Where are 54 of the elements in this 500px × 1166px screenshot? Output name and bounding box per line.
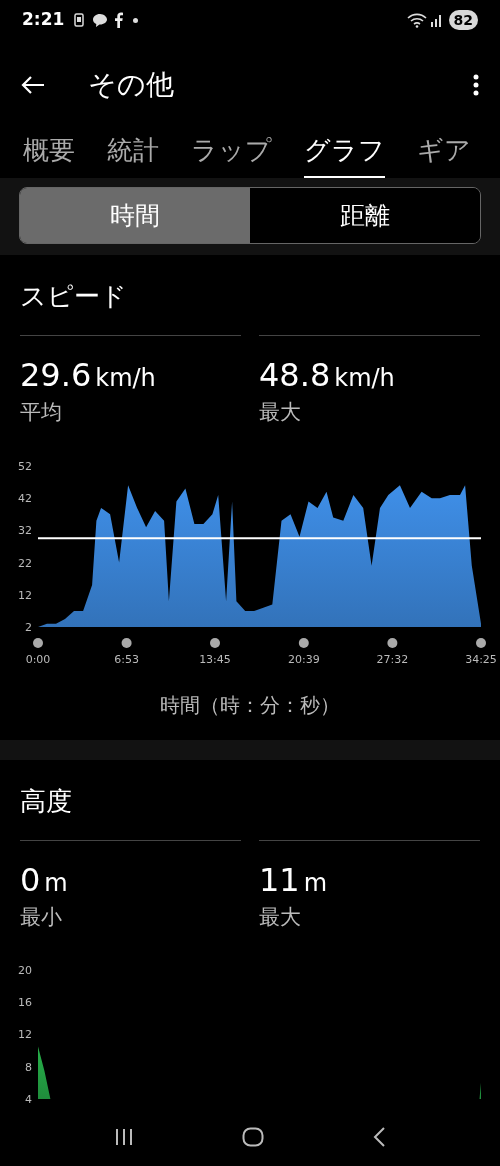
axis-label: 6:53 <box>114 653 139 666</box>
back-icon[interactable] <box>372 1125 386 1148</box>
axis-label: 0:00 <box>25 653 51 666</box>
f-logo-icon <box>114 12 124 28</box>
tab[interactable]: ギア <box>417 130 471 178</box>
axis-label: 32 <box>18 524 32 538</box>
axis-label: 20:39 <box>287 653 320 666</box>
tab[interactable]: 概要 <box>23 130 75 178</box>
tick-marker <box>298 638 309 648</box>
wifi-icon <box>406 12 427 28</box>
axis-label: 13:45 <box>199 653 231 666</box>
signal-icon <box>430 13 443 27</box>
status-time: 2:21 <box>22 8 65 32</box>
axis-label: 12 <box>18 588 32 602</box>
tick-marker <box>121 638 132 648</box>
stat-label: 最小 <box>20 904 63 931</box>
home-icon[interactable] <box>242 1126 264 1147</box>
axis-label: 4 <box>25 1092 32 1106</box>
axis-label: 27:32 <box>376 653 409 666</box>
tab[interactable]: 統計 <box>107 130 159 178</box>
stat-value: 0 m <box>20 860 69 900</box>
axis-label: 42 <box>18 492 32 506</box>
recent-apps-icon[interactable] <box>114 1127 134 1146</box>
stat-value: 48.8 km/h <box>259 355 396 395</box>
axis-label: 22 <box>18 556 32 570</box>
page-title: その他 <box>88 67 174 103</box>
axis-title: 時間（時：分：秒） <box>159 692 341 719</box>
axis-label: 8 <box>25 1060 32 1074</box>
axis-label: 2 <box>25 621 32 634</box>
axis-label: 34:25 <box>465 653 497 666</box>
section-title: スピード <box>20 280 128 313</box>
tab[interactable]: ラップ <box>191 130 272 178</box>
stat-value: 11 m <box>259 860 329 900</box>
axis-label: 52 <box>18 460 32 473</box>
stat-label: 最大 <box>259 904 302 931</box>
tick-marker <box>33 638 43 648</box>
segment-button[interactable]: 距離 <box>250 188 480 243</box>
stat-label: 平均 <box>20 399 63 426</box>
tick-marker <box>387 638 398 648</box>
axis-label: 20 <box>18 964 32 977</box>
tick-marker <box>476 638 486 648</box>
stat-value: 29.6 km/h <box>20 355 157 395</box>
battery-level: 82 <box>448 10 478 30</box>
phone-notification-icon <box>74 13 85 27</box>
segment-button[interactable]: 時間 <box>20 188 250 243</box>
axis-label: 16 <box>18 996 32 1010</box>
dot-icon <box>133 17 139 23</box>
section-title: 高度 <box>20 785 73 818</box>
tick-marker <box>210 638 220 648</box>
stat-label: 最大 <box>259 399 302 426</box>
more-options-icon[interactable] <box>472 74 480 96</box>
back-arrow-icon[interactable] <box>20 75 46 95</box>
chat-bubble-icon <box>92 12 109 28</box>
axis-label: 12 <box>18 1028 32 1042</box>
